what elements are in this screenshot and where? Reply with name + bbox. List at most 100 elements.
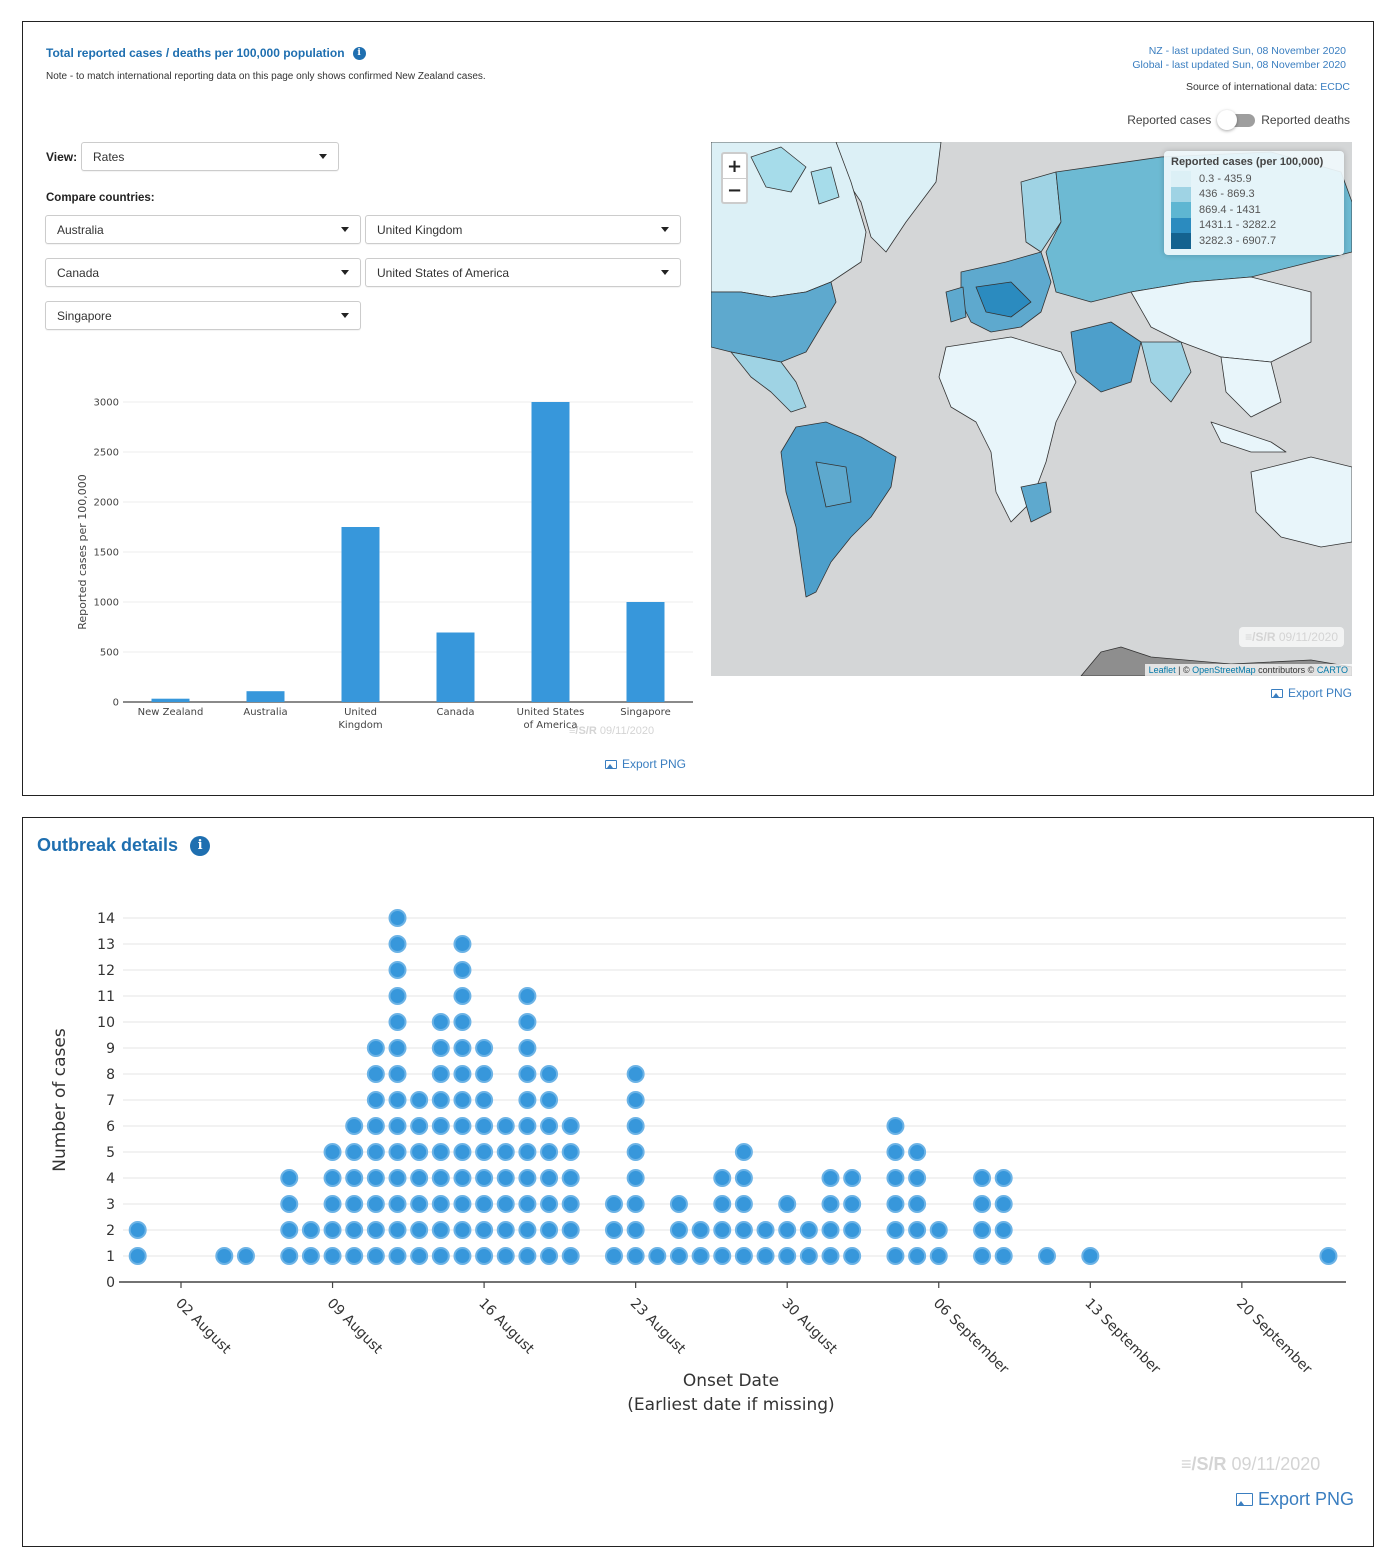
case-dot	[431, 1013, 450, 1031]
case-dot	[626, 1247, 645, 1265]
export-png-button-map[interactable]: Export PNG	[1271, 686, 1352, 700]
esr-watermark: ≡/S/R 09/11/2020	[1181, 1454, 1320, 1475]
carto-link[interactable]: CARTO	[1317, 665, 1348, 675]
y-tick-label: 3	[106, 1197, 115, 1213]
case-dot	[366, 1065, 385, 1083]
case-dot	[431, 1195, 450, 1213]
case-dot	[691, 1221, 710, 1239]
attribution-text: contributors ©	[1255, 665, 1317, 675]
legend-label: 3282.3 - 6907.7	[1199, 234, 1277, 247]
toggle-knob[interactable]	[1217, 110, 1238, 130]
case-dot	[973, 1247, 992, 1265]
zoom-in-button[interactable]: +	[723, 154, 746, 178]
case-dot	[886, 1169, 905, 1187]
case-dot	[366, 1247, 385, 1265]
y-tick-label: 1	[106, 1249, 115, 1265]
x-tick-label: 16 August	[475, 1296, 537, 1358]
x-tick-label: 06 September	[930, 1296, 1012, 1378]
export-png-button-bar[interactable]: Export PNG	[605, 757, 686, 771]
image-icon	[1271, 688, 1283, 698]
legend-item: 3282.3 - 6907.7	[1171, 233, 1337, 249]
case-dot	[605, 1221, 623, 1239]
case-dot	[496, 1169, 515, 1187]
compare-country-select-3[interactable]: Canada	[45, 258, 361, 287]
world-choropleth-map[interactable]: + − Reported cases (per 100,000) 0.3 - 4…	[711, 142, 1352, 676]
osm-link[interactable]: OpenStreetMap	[1192, 665, 1256, 675]
chevron-down-icon	[341, 227, 349, 232]
case-dot	[410, 1143, 429, 1161]
chevron-down-icon	[661, 270, 669, 275]
case-dot	[908, 1247, 927, 1265]
case-dot	[128, 1221, 147, 1239]
country-shape	[945, 286, 967, 323]
country-shape	[1250, 456, 1352, 548]
country-shape	[1210, 421, 1287, 453]
y-tick-label: 3000	[94, 398, 119, 409]
view-select[interactable]: Rates	[81, 142, 339, 171]
case-dot	[540, 1195, 559, 1213]
legend-item: 436 - 869.3	[1171, 186, 1337, 202]
compare-country-select-1[interactable]: Australia	[45, 215, 361, 244]
legend-label: 1431.1 - 3282.2	[1199, 219, 1277, 232]
legend-swatch	[1171, 202, 1191, 218]
compare-country-select-2[interactable]: United Kingdom	[365, 215, 681, 244]
y-tick-label: 12	[97, 963, 115, 979]
y-tick-label: 1500	[94, 548, 119, 559]
case-dot	[323, 1247, 342, 1265]
compare-country-select-4[interactable]: United States of America	[365, 258, 681, 287]
case-dot	[713, 1221, 732, 1239]
case-dot	[475, 1221, 494, 1239]
image-icon	[1236, 1493, 1253, 1506]
info-icon[interactable]: i	[190, 835, 211, 856]
legend-label: 436 - 869.3	[1199, 188, 1255, 201]
case-dot	[345, 1247, 364, 1265]
case-dot	[345, 1143, 364, 1161]
case-dot	[518, 1247, 537, 1265]
compare-country-select-5[interactable]: Singapore	[45, 301, 361, 330]
y-tick-label: 13	[97, 937, 115, 953]
global-updated-text: Global - last updated Sun, 08 November 2…	[1132, 59, 1346, 71]
case-dot	[561, 1143, 580, 1161]
case-dot	[366, 1117, 385, 1135]
case-dot	[323, 1221, 342, 1239]
case-dot	[496, 1195, 515, 1213]
y-tick-label: 2500	[94, 448, 119, 459]
info-icon[interactable]: i	[352, 46, 366, 60]
case-dot	[626, 1065, 645, 1083]
nz-updated-text: NZ - last updated Sun, 08 November 2020	[1148, 45, 1346, 57]
bar-chart: 0 500 1000 1500 2000 2500 3000 Reported cases p…	[76, 398, 693, 731]
ecdc-link[interactable]: ECDC	[1320, 81, 1350, 93]
case-dot	[973, 1169, 992, 1187]
case-dot	[626, 1117, 645, 1135]
case-dot	[410, 1169, 429, 1187]
case-dot	[496, 1117, 515, 1135]
chevron-down-icon	[341, 313, 349, 318]
case-dot	[540, 1117, 559, 1135]
case-dot	[431, 1143, 450, 1161]
zoom-out-button[interactable]: −	[723, 178, 746, 202]
case-dot	[366, 1195, 385, 1213]
case-dot	[496, 1143, 515, 1161]
case-dot	[388, 987, 407, 1005]
export-png-button-outbreak[interactable]: Export PNG	[1236, 1489, 1354, 1510]
map-attribution: Leaflet | © OpenStreetMap contributors ©…	[1144, 664, 1352, 676]
country-shape	[1070, 321, 1142, 393]
x-tick-label: Canada	[436, 707, 474, 718]
leaflet-link[interactable]: Leaflet	[1149, 665, 1176, 675]
compare-countries-label: Compare countries:	[46, 192, 155, 204]
case-dot	[431, 1169, 450, 1187]
case-dot	[734, 1143, 753, 1161]
case-dot	[388, 1039, 407, 1057]
case-dot	[540, 1247, 559, 1265]
case-dot	[821, 1195, 840, 1213]
esr-logo: ≡/S/R	[569, 725, 597, 737]
last-updated: NZ - last updated Sun, 08 November 2020 …	[1132, 44, 1346, 72]
case-dot	[453, 1221, 472, 1239]
case-dot	[713, 1195, 732, 1213]
case-dot	[475, 1039, 494, 1057]
cases-deaths-toggle[interactable]	[1217, 110, 1256, 130]
case-dot	[496, 1247, 515, 1265]
case-dot	[994, 1247, 1013, 1265]
y-tick-label: 9	[106, 1041, 115, 1057]
x-tick-label: United	[344, 707, 377, 718]
